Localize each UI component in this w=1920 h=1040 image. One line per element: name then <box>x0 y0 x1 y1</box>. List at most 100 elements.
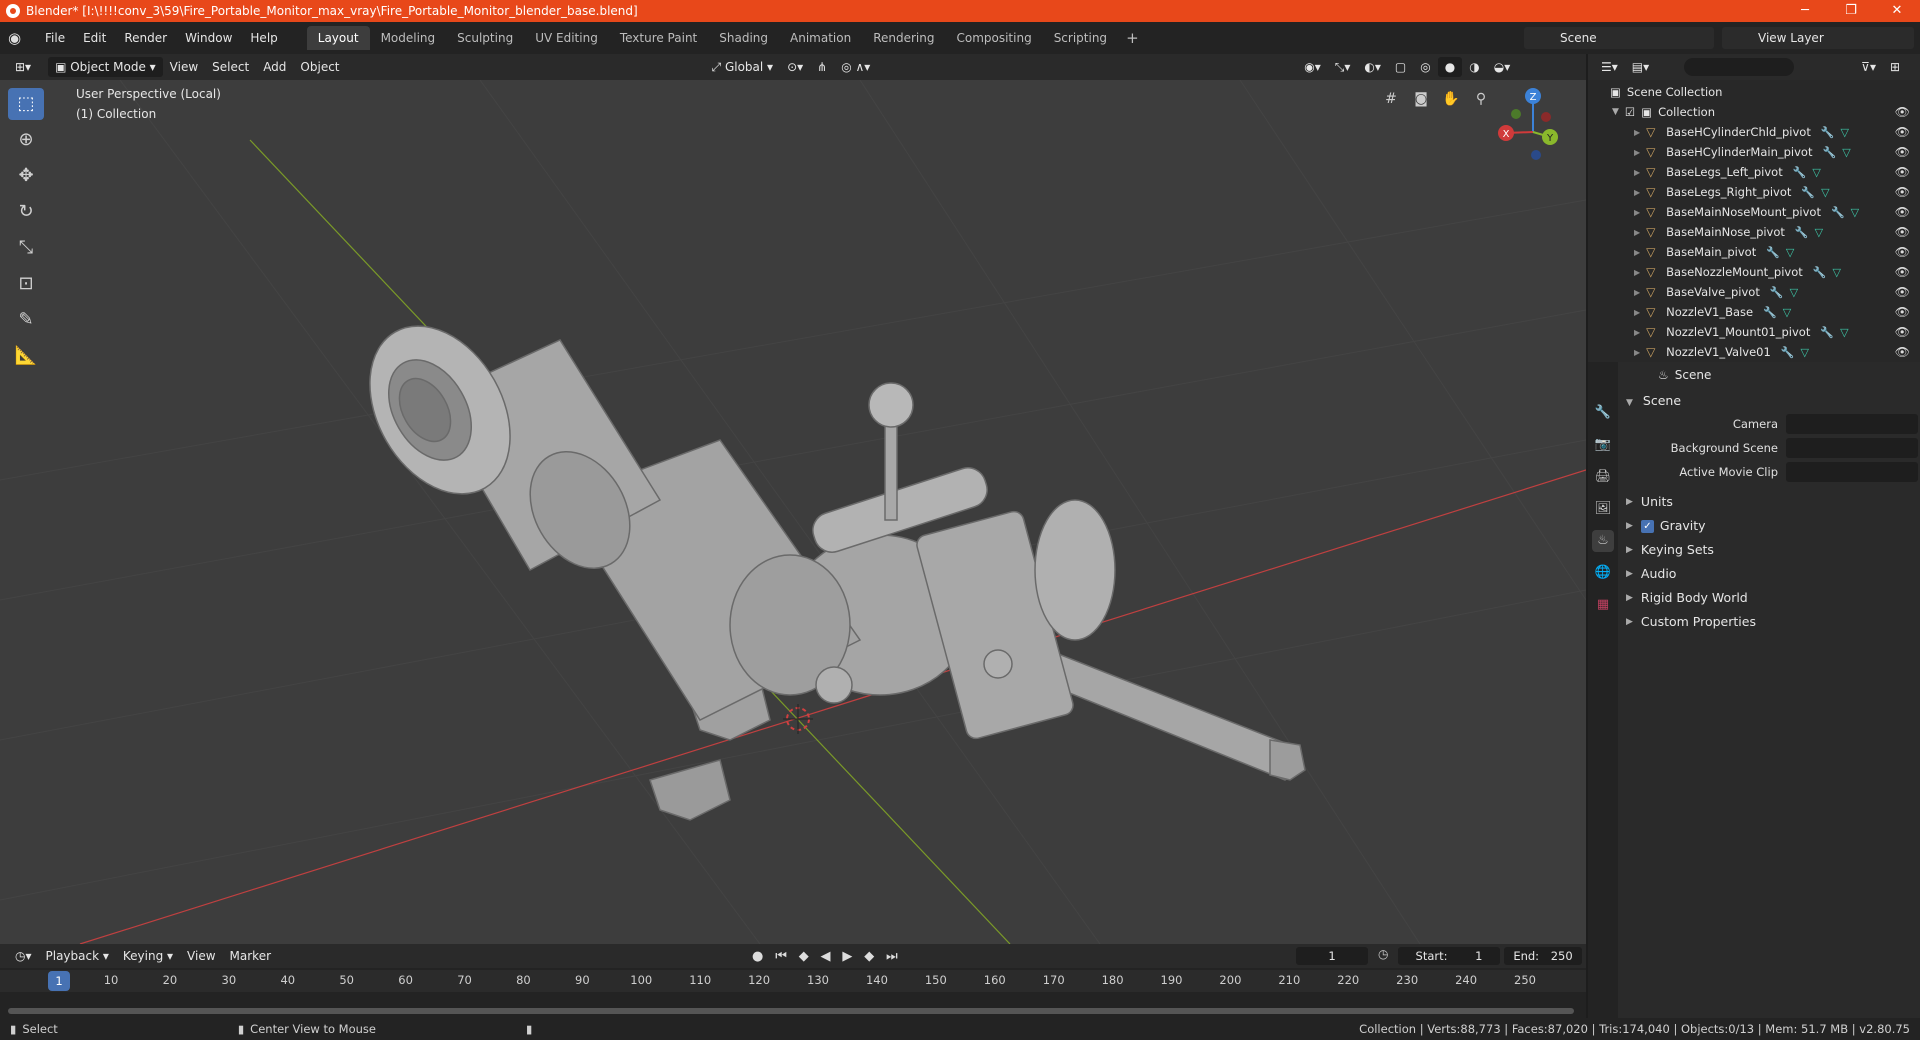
camera-field[interactable] <box>1786 414 1918 434</box>
mesh-data-icon[interactable]: ▽ <box>1821 186 1829 199</box>
prev-keyframe-icon[interactable]: ◆ <box>799 949 809 964</box>
eye-icon[interactable]: 👁 <box>1895 345 1910 359</box>
playback-menu[interactable]: Playback ▾ <box>39 946 116 966</box>
visibility-icon[interactable]: ◉▾ <box>1297 57 1328 77</box>
end-frame-field[interactable]: End: 250 <box>1504 947 1582 965</box>
proportional-edit-icon[interactable]: ◎ ∧▾ <box>834 57 877 77</box>
start-frame-field[interactable]: Start: 1 <box>1398 947 1500 965</box>
outliner-item[interactable]: ▶ ▽ BaseLegs_Right_pivot 🔧 ▽ 👁 <box>1634 182 1920 202</box>
pivot-icon[interactable]: ⊙▾ <box>780 57 810 77</box>
menu-edit[interactable]: Edit <box>74 31 115 45</box>
modifier-wrench-icon[interactable]: 🔧 <box>1831 206 1845 219</box>
modifier-wrench-icon[interactable]: 🔧 <box>1795 226 1809 239</box>
eye-icon[interactable]: 👁 <box>1895 325 1910 339</box>
scene-selector[interactable]: Scene <box>1524 27 1714 49</box>
tab-rendering[interactable]: Rendering <box>862 26 945 50</box>
viewport-menu-object[interactable]: Object <box>293 57 346 77</box>
outliner-item[interactable]: ▶ ▽ NozzleV1_Base 🔧 ▽ 👁 <box>1634 302 1920 322</box>
shading-wireframe-icon[interactable]: ◎ <box>1413 57 1437 77</box>
play-icon[interactable]: ▶ <box>842 949 852 964</box>
navigation-gizmo[interactable]: Z X Y <box>1498 88 1558 160</box>
camera-view-icon[interactable]: ◙ <box>1410 88 1432 110</box>
expand-arrow-icon[interactable]: ▶ <box>1634 188 1640 197</box>
modifier-wrench-icon[interactable]: 🔧 <box>1781 346 1795 359</box>
scene-properties-icon[interactable]: ♨ <box>1592 530 1614 552</box>
eye-icon[interactable]: 👁 <box>1895 245 1910 259</box>
measure-tool-icon[interactable]: 📐 <box>8 340 44 372</box>
fire-monitor-model[interactable] <box>341 301 1306 821</box>
xray-toggle-icon[interactable]: ▢ <box>1388 57 1413 77</box>
expand-arrow-icon[interactable]: ▶ <box>1634 168 1640 177</box>
outliner-item[interactable]: ▶ ▽ NozzleV1_Valve01 🔧 ▽ 👁 <box>1634 342 1920 362</box>
tab-shading[interactable]: Shading <box>708 26 779 50</box>
outliner-item[interactable]: ▶ ▽ BaseMain_pivot 🔧 ▽ 👁 <box>1634 242 1920 262</box>
outliner-item[interactable]: ▶ ▽ NozzleV1_Mount01_pivot 🔧 ▽ 👁 <box>1634 322 1920 342</box>
collection-row[interactable]: ▼ ☑ ▣ Collection 👁 <box>1610 102 1920 122</box>
expand-arrow-icon[interactable]: ▶ <box>1634 228 1640 237</box>
audio-subpanel[interactable]: ▶ Audio <box>1618 562 1920 586</box>
shading-rendered-icon[interactable]: ◒▾ <box>1487 57 1518 77</box>
mesh-data-icon[interactable]: ▽ <box>1812 166 1820 179</box>
expand-arrow-icon[interactable]: ▼ <box>1612 107 1619 117</box>
rigid-body-world-subpanel[interactable]: ▶ Rigid Body World <box>1618 586 1920 610</box>
next-keyframe-icon[interactable]: ◆ <box>864 949 874 964</box>
mesh-data-icon[interactable]: ▽ <box>1786 246 1794 259</box>
eye-icon[interactable]: 👁 <box>1895 305 1910 319</box>
checkbox-icon[interactable]: ☑ <box>1625 105 1635 119</box>
modifier-wrench-icon[interactable]: 🔧 <box>1763 306 1777 319</box>
expand-arrow-icon[interactable]: ▶ <box>1634 128 1640 137</box>
overlay-toggle-icon[interactable]: ◐▾ <box>1357 57 1388 77</box>
active-movie-clip-field[interactable] <box>1786 462 1918 482</box>
tab-uv-editing[interactable]: UV Editing <box>524 26 609 50</box>
outliner-item[interactable]: ▶ ▽ BaseMainNoseMount_pivot 🔧 ▽ 👁 <box>1634 202 1920 222</box>
mesh-data-icon[interactable]: ▽ <box>1841 126 1849 139</box>
panel-collapse-icon[interactable]: ▼ <box>1626 398 1633 408</box>
timeline-editor-type-icon[interactable]: ◷▾ <box>8 946 39 966</box>
tab-sculpting[interactable]: Sculpting <box>446 26 524 50</box>
filter-icon[interactable]: ⊽▾ <box>1854 57 1883 77</box>
view-layer-properties-icon[interactable]: 🖼 <box>1592 498 1614 520</box>
close-button[interactable]: ✕ <box>1874 0 1920 22</box>
eye-icon[interactable]: 👁 <box>1895 225 1910 239</box>
timeline-scrollbar[interactable] <box>8 1008 1574 1014</box>
viewport-menu-select[interactable]: Select <box>205 57 256 77</box>
outliner-item[interactable]: ▶ ▽ BaseValve_pivot 🔧 ▽ 👁 <box>1634 282 1920 302</box>
expand-arrow-icon[interactable]: ▶ <box>1634 248 1640 257</box>
mesh-data-icon[interactable]: ▽ <box>1815 226 1823 239</box>
new-collection-icon[interactable]: ⊞ <box>1883 57 1907 77</box>
3d-viewport[interactable]: Z X Y <box>0 80 1586 944</box>
modifier-wrench-icon[interactable]: 🔧 <box>1821 126 1835 139</box>
custom-properties-subpanel[interactable]: ▶ Custom Properties <box>1618 610 1920 634</box>
mesh-data-icon[interactable]: ▽ <box>1851 206 1859 219</box>
modifier-wrench-icon[interactable]: 🔧 <box>1770 286 1784 299</box>
units-subpanel[interactable]: ▶ Units <box>1618 490 1920 514</box>
mesh-data-icon[interactable]: ▽ <box>1783 306 1791 319</box>
outliner-item[interactable]: ▶ ▽ BaseLegs_Left_pivot 🔧 ▽ 👁 <box>1634 162 1920 182</box>
select-box-tool-icon[interactable]: ⬚ <box>8 88 44 120</box>
outliner-editor-type-icon[interactable]: ☰▾ <box>1594 57 1625 77</box>
jump-end-icon[interactable]: ⏭ <box>886 949 898 964</box>
tab-scripting[interactable]: Scripting <box>1043 26 1118 50</box>
shading-solid-icon[interactable]: ● <box>1437 57 1463 77</box>
eye-icon[interactable]: 👁 <box>1895 145 1910 159</box>
gravity-checkbox[interactable]: ✓ <box>1640 519 1654 533</box>
eye-icon[interactable]: 👁 <box>1895 105 1910 119</box>
viewport-menu-add[interactable]: Add <box>256 57 293 77</box>
record-icon[interactable]: ● <box>752 949 763 964</box>
outliner-item[interactable]: ▶ ▽ BaseMainNose_pivot 🔧 ▽ 👁 <box>1634 222 1920 242</box>
expand-arrow-icon[interactable]: ▶ <box>1634 348 1640 357</box>
expand-arrow-icon[interactable]: ▶ <box>1634 288 1640 297</box>
modifier-wrench-icon[interactable]: 🔧 <box>1813 266 1827 279</box>
tab-layout[interactable]: Layout <box>306 26 370 50</box>
scale-tool-icon[interactable]: ⤡ <box>8 232 44 264</box>
menu-render[interactable]: Render <box>115 31 176 45</box>
clock-icon[interactable]: ◷ <box>1378 947 1388 961</box>
mesh-data-icon[interactable]: ▽ <box>1790 286 1798 299</box>
grid-view-icon[interactable]: # <box>1380 88 1402 110</box>
render-properties-icon[interactable]: 📷 <box>1592 434 1614 456</box>
scene-panel-title[interactable]: ▼ Scene <box>1618 390 1920 412</box>
tab-animation[interactable]: Animation <box>779 26 862 50</box>
menu-window[interactable]: Window <box>176 31 241 45</box>
mesh-data-icon[interactable]: ▽ <box>1840 326 1848 339</box>
modifier-wrench-icon[interactable]: 🔧 <box>1801 186 1815 199</box>
